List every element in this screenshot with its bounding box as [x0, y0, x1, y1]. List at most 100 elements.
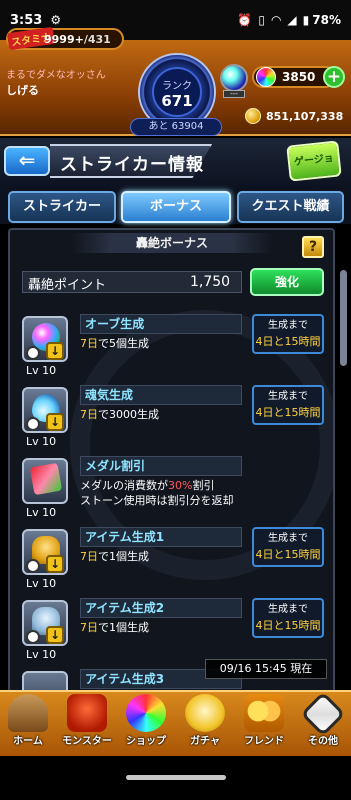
- gacha-egg-icon: [185, 694, 225, 732]
- battery-icon: ▮: [302, 13, 310, 27]
- stamina-current: 9999+: [44, 33, 84, 46]
- bonus-countdown: 生成まで 4日と15時間: [252, 527, 324, 567]
- status-time: 3:53: [10, 12, 43, 28]
- tab-striker[interactable]: ストライカー: [8, 191, 116, 223]
- back-button[interactable]: ⇐: [4, 146, 50, 176]
- bonus-desc-rest: で1個生成: [98, 550, 149, 563]
- nav-label: モンスター: [62, 736, 112, 747]
- clock-icon: [26, 417, 40, 431]
- other-menu-icon: [300, 691, 346, 737]
- battery-level: 78%: [312, 13, 341, 27]
- bonus-desc-rest: で5個生成: [98, 337, 149, 350]
- nav-other[interactable]: その他: [295, 691, 351, 750]
- help-button[interactable]: ?: [302, 236, 324, 258]
- points-value: 1,750: [190, 274, 231, 290]
- stamina-value: 9999+/431: [44, 33, 111, 46]
- friend-icon: [244, 694, 284, 732]
- scrollbar[interactable]: [340, 270, 347, 366]
- enhance-button[interactable]: 強化: [250, 268, 324, 296]
- tab-quest-record[interactable]: クエスト戦績: [237, 191, 344, 223]
- nav-label: ショップ: [126, 736, 166, 747]
- bonus-days: 7日: [80, 408, 98, 421]
- bonus-level: Lv 10: [26, 364, 57, 377]
- buy-orbs-button[interactable]: +: [323, 66, 345, 88]
- coin-count: 851,107,338: [266, 110, 344, 123]
- bonus-item-item1: ↓ Lv 10 アイテム生成1 7日で1個生成 生成まで 4日と15時間: [0, 527, 351, 597]
- bonus-desc-b: 割引: [192, 479, 215, 492]
- bonus-level: Lv 10: [26, 577, 57, 590]
- clock-icon: [26, 559, 40, 573]
- guide-button[interactable]: ゲージョン: [286, 140, 342, 198]
- nav-gacha[interactable]: ガチャ: [177, 694, 233, 750]
- bonus-desc-line2: ストーン使用時は割引分を返却: [80, 494, 234, 507]
- soul-generation-icon: ↓: [22, 387, 68, 433]
- tab-bonus[interactable]: ボーナス: [121, 191, 231, 223]
- clock-icon: [26, 346, 40, 360]
- bonus-description: 7日で1個生成: [80, 620, 250, 635]
- shop-orb-icon: [126, 694, 166, 732]
- player-title: まるでダメなオッさん: [6, 70, 106, 81]
- monster-icon: [67, 694, 107, 732]
- bonus-days: 7日: [80, 337, 98, 350]
- orb-generation-icon: ↓: [22, 316, 68, 362]
- orb-count: 3850: [282, 70, 316, 84]
- arrow-icon: ↓: [46, 555, 64, 573]
- bonus-name: メダル割引: [80, 456, 242, 476]
- settings-gear-icon: ⚙: [50, 13, 62, 27]
- bonus-desc-pct: 30%: [168, 479, 193, 492]
- arrow-icon: ↓: [46, 413, 64, 431]
- bonus-countdown: 生成まで 4日と15時間: [252, 314, 324, 354]
- status-icons: ⏰ ▯ ◠ ◢ ▮ 78%: [237, 13, 341, 27]
- gesture-pill[interactable]: [126, 775, 226, 780]
- nav-label: フレンド: [244, 736, 284, 747]
- countdown-value: 4日と15時間: [255, 335, 321, 348]
- bonus-description: メダルの消費数が30%割引 ストーン使用時は割引分を返却: [80, 478, 320, 508]
- bonus-item-item2: ↓ Lv 10 アイテム生成2 7日で1個生成 生成まで 4日と15時間: [0, 598, 351, 668]
- rank-value: 671: [161, 92, 193, 110]
- countdown-value: 4日と15時間: [255, 619, 321, 632]
- clock-icon: [26, 630, 40, 644]
- nav-monster[interactable]: モンスター: [59, 694, 115, 750]
- battery: ▮ 78%: [303, 13, 341, 27]
- arrow-icon: ↓: [46, 342, 64, 360]
- bonus-name: アイテム生成2: [80, 598, 242, 618]
- medal-discount-icon: [22, 458, 68, 504]
- bonus-name: アイテム生成1: [80, 527, 242, 547]
- medal-glyph: [29, 462, 63, 496]
- bonus-name: オーブ生成: [80, 314, 242, 334]
- bonus-name: 魂気生成: [80, 385, 242, 405]
- countdown-value: 4日と15時間: [255, 406, 321, 419]
- item-generation-icon: ↓: [22, 600, 68, 646]
- nav-shop[interactable]: ショップ: [118, 694, 174, 750]
- timestamp: 09/16 15:45 現在: [205, 659, 327, 679]
- page-title: ストライカー情報: [60, 155, 204, 175]
- rank-next-exp: あと 63904: [130, 118, 222, 136]
- countdown-label: 生成まで: [268, 604, 308, 615]
- points-label: 轟絶ポイント: [28, 278, 107, 293]
- bonus-item-soul: ↓ Lv 10 魂気生成 7日で3000生成 生成まで 4日と15時間: [0, 385, 351, 455]
- rank-badge[interactable]: ランク 671: [152, 67, 202, 117]
- bonus-description: 7日で5個生成: [80, 336, 250, 351]
- nav-label: ホーム: [13, 736, 43, 747]
- item-generation-icon: ↓: [22, 529, 68, 575]
- bonus-desc-rest: で3000生成: [98, 408, 159, 421]
- nav-home[interactable]: ホーム: [0, 694, 56, 750]
- stamina-max: /431: [83, 33, 111, 46]
- rank-label: ランク: [162, 81, 192, 92]
- section-title: 轟絶ボーナス: [72, 233, 272, 253]
- home-icon: [8, 694, 48, 732]
- bonus-desc-a: メダルの消費数が: [80, 479, 168, 492]
- countdown-label: 生成まで: [268, 320, 308, 331]
- vibrate-icon: ▯: [258, 13, 265, 27]
- player-name: しげる: [6, 84, 39, 97]
- bonus-countdown: 生成まで 4日と15時間: [252, 598, 324, 638]
- orb-storage-icon[interactable]: [220, 64, 248, 92]
- bonus-countdown: 生成まで 4日と15時間: [252, 385, 324, 425]
- coin-icon: [245, 108, 261, 124]
- bonus-item-orb: ↓ Lv 10 オーブ生成 7日で5個生成 生成まで 4日と15時間: [0, 314, 351, 384]
- orb-storage-label: ---: [223, 90, 245, 98]
- item-generation-icon: [22, 671, 68, 690]
- bonus-level: Lv 10: [26, 435, 57, 448]
- bonus-level: Lv 10: [26, 648, 57, 661]
- nav-friend[interactable]: フレンド: [236, 694, 292, 750]
